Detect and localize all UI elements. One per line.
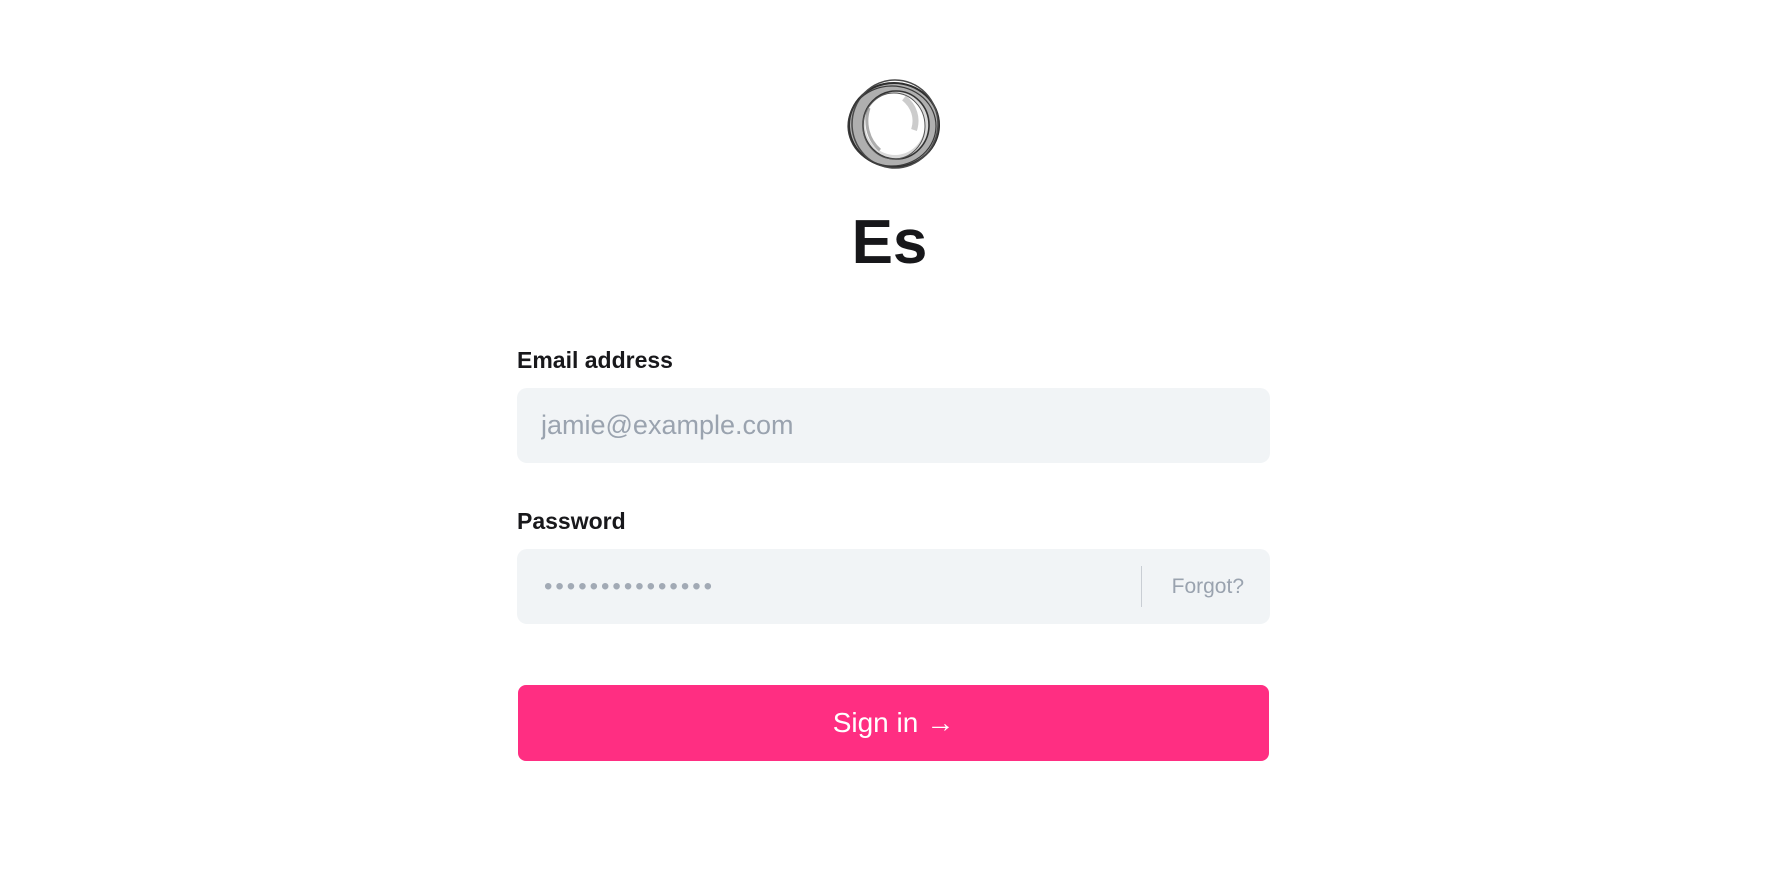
password-field[interactable]: ••••••••••••••• bbox=[544, 549, 715, 624]
email-field-group: Email address bbox=[517, 345, 1270, 463]
login-page: Es Email address Password ••••••••••••••… bbox=[0, 0, 1779, 887]
password-field-group: Password ••••••••••••••• Forgot? bbox=[517, 506, 1270, 624]
email-input-container bbox=[517, 388, 1270, 463]
sign-in-button[interactable]: Sign in → bbox=[518, 685, 1269, 761]
email-field[interactable] bbox=[517, 388, 1270, 463]
email-label: Email address bbox=[517, 347, 673, 373]
ring-logo-icon bbox=[844, 78, 944, 172]
sign-in-label: Sign in bbox=[832, 707, 919, 738]
password-divider bbox=[1141, 566, 1142, 607]
password-label: Password bbox=[517, 508, 626, 534]
sign-in-form: Email address Password ••••••••••••••• F… bbox=[517, 345, 1270, 761]
forgot-password-link[interactable]: Forgot? bbox=[1172, 549, 1244, 624]
arrow-right-icon: → bbox=[926, 707, 955, 738]
app-title: Es bbox=[851, 208, 928, 277]
password-input-container: ••••••••••••••• Forgot? bbox=[517, 549, 1270, 624]
